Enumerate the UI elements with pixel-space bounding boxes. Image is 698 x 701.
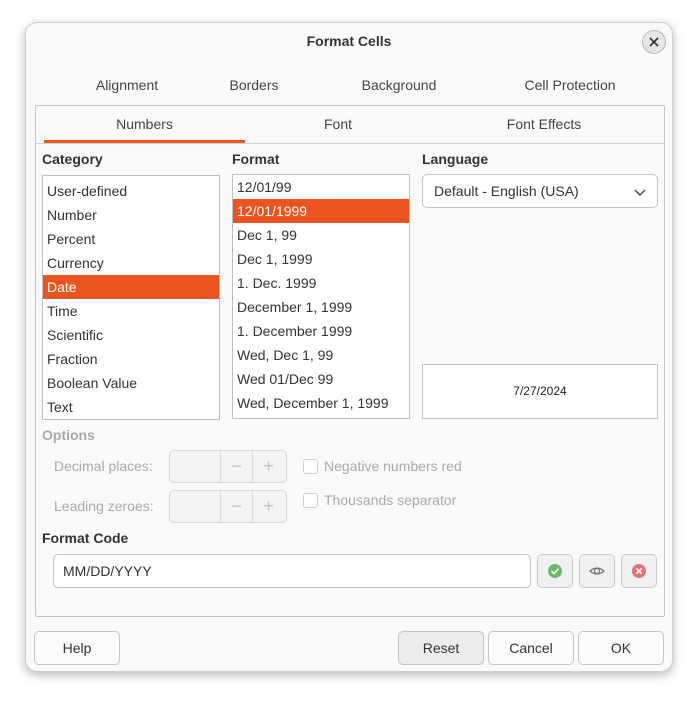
category-item[interactable]: Time <box>43 299 219 323</box>
category-item[interactable]: Text <box>43 395 219 419</box>
preview-format-button[interactable] <box>579 554 615 588</box>
cancel-button[interactable]: Cancel <box>488 631 574 665</box>
decimal-places-increment[interactable]: + <box>252 451 284 482</box>
format-item[interactable]: Wed, December 1, 1999 <box>233 391 409 415</box>
thousands-separator-checkbox[interactable] <box>303 492 318 508</box>
category-item[interactable]: Boolean Value <box>43 371 219 395</box>
format-code-input[interactable]: MM/DD/YYYY <box>53 554 531 588</box>
delete-format-button[interactable] <box>621 554 657 588</box>
language-dropdown[interactable]: Default - English (USA) <box>422 174 658 208</box>
format-item[interactable]: 1. Dec. 1999 <box>233 271 409 295</box>
leading-zeroes-stepper[interactable]: − + <box>169 490 287 523</box>
tab-background[interactable]: Background <box>344 77 454 93</box>
format-item[interactable]: 1. December 1999 <box>233 319 409 343</box>
tab-font[interactable]: Font <box>258 116 418 132</box>
tab-numbers[interactable]: Numbers <box>44 116 245 132</box>
reset-button[interactable]: Reset <box>398 631 484 665</box>
apply-format-button[interactable] <box>537 554 573 588</box>
decimal-places-decrement[interactable]: − <box>220 451 252 482</box>
format-label: Format <box>232 151 280 167</box>
tab-alignment[interactable]: Alignment <box>72 77 182 93</box>
negative-red-checkbox[interactable] <box>303 458 318 474</box>
format-item[interactable]: December 1, 1999 <box>233 295 409 319</box>
category-list[interactable]: User-defined Number Percent Currency Dat… <box>42 175 220 420</box>
tab-separator <box>36 143 664 144</box>
negative-red-row[interactable]: Negative numbers red <box>303 458 462 474</box>
leading-zeroes-label: Leading zeroes: <box>54 498 154 514</box>
category-item[interactable]: Currency <box>43 251 219 275</box>
preview-value: 7/27/2024 <box>513 384 567 398</box>
options-label: Options <box>42 427 95 443</box>
category-item[interactable]: Number <box>43 203 219 227</box>
format-item[interactable]: Dec 1, 1999 <box>233 247 409 271</box>
dialog-title: Format Cells <box>306 33 392 49</box>
category-item[interactable]: Percent <box>43 227 219 251</box>
negative-red-label: Negative numbers red <box>324 458 462 474</box>
eye-icon <box>589 567 605 575</box>
language-value: Default - English (USA) <box>434 183 579 199</box>
decimal-places-label: Decimal places: <box>54 458 153 474</box>
format-item[interactable]: 12/01/99 <box>233 175 409 199</box>
category-item[interactable]: Date <box>43 275 219 299</box>
category-item[interactable]: Scientific <box>43 323 219 347</box>
category-label: Category <box>42 151 103 167</box>
format-item[interactable]: Dec 1, 99 <box>233 223 409 247</box>
chevron-down-icon <box>634 189 646 196</box>
format-list[interactable]: 12/01/99 12/01/1999 Dec 1, 99 Dec 1, 199… <box>232 174 410 419</box>
format-item[interactable]: Wed 01/Dec 99 <box>233 367 409 391</box>
language-label: Language <box>422 151 489 167</box>
tab-cell-protection[interactable]: Cell Protection <box>505 77 635 93</box>
format-item[interactable]: 12/01/1999 <box>233 199 409 223</box>
leading-zeroes-increment[interactable]: + <box>252 491 284 522</box>
checkmark-icon <box>548 564 562 578</box>
format-cells-dialog: Format Cells Alignment Borders Backgroun… <box>25 22 673 672</box>
leading-zeroes-decrement[interactable]: − <box>220 491 252 522</box>
help-button[interactable]: Help <box>34 631 120 665</box>
close-icon <box>649 37 659 47</box>
close-button[interactable] <box>642 30 666 54</box>
decimal-places-stepper[interactable]: − + <box>169 450 287 483</box>
thousands-separator-label: Thousands separator <box>324 492 457 508</box>
category-item[interactable]: Fraction <box>43 347 219 371</box>
title-bar: Format Cells <box>26 23 672 61</box>
tab-font-effects[interactable]: Font Effects <box>458 116 630 132</box>
category-item[interactable]: User-defined <box>43 179 219 203</box>
format-preview: 7/27/2024 <box>422 364 658 419</box>
format-code-label: Format Code <box>42 530 129 546</box>
thousands-separator-row[interactable]: Thousands separator <box>303 492 456 508</box>
ok-button[interactable]: OK <box>578 631 664 665</box>
delete-icon <box>632 564 646 578</box>
tab-borders[interactable]: Borders <box>208 77 300 93</box>
format-item[interactable]: Wed, Dec 1, 99 <box>233 343 409 367</box>
